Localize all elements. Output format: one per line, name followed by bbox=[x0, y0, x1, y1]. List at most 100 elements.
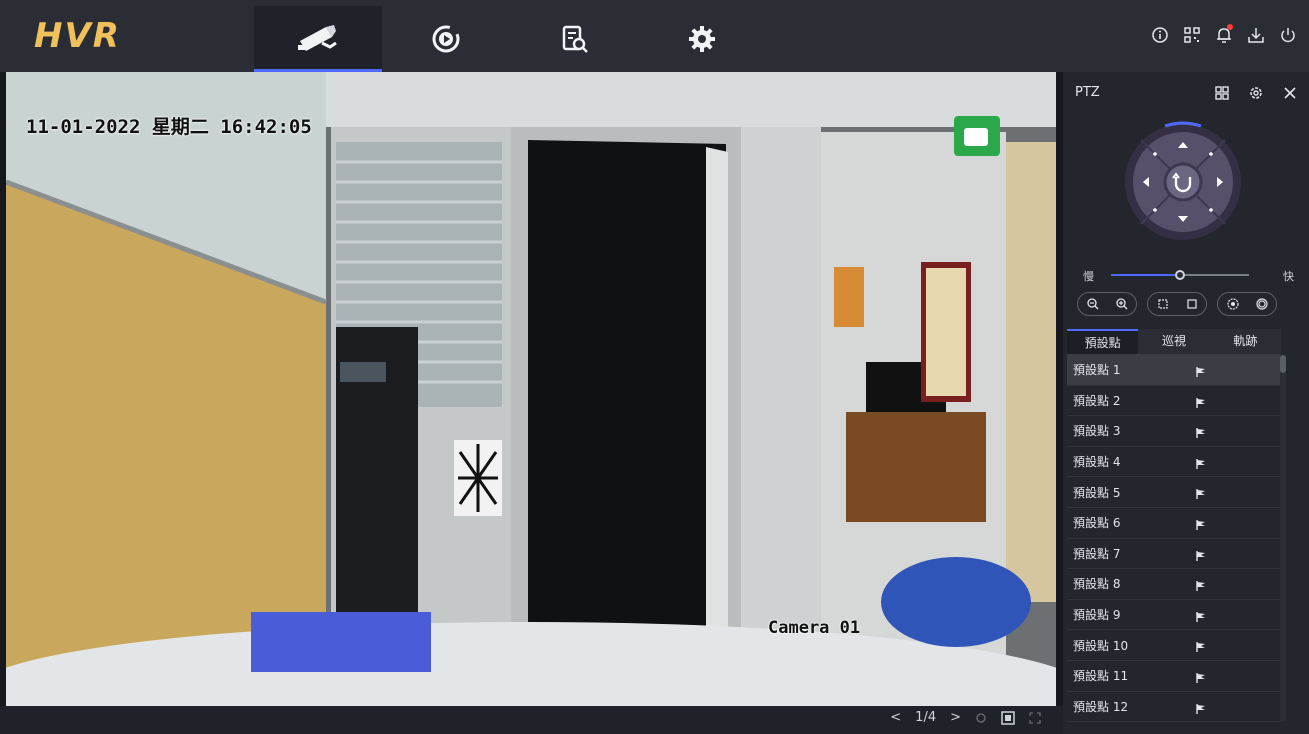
preset-name: 預設點 4 bbox=[1073, 455, 1121, 470]
speed-fast-label: 快 bbox=[1283, 270, 1294, 283]
prev-page-icon[interactable]: < bbox=[890, 710, 901, 725]
info-button[interactable] bbox=[1149, 24, 1171, 46]
zoom-out-icon bbox=[1086, 298, 1098, 310]
ptz-joystick[interactable] bbox=[1121, 120, 1245, 244]
grid-icon[interactable] bbox=[1213, 84, 1231, 102]
list-item[interactable]: 預設點 10 bbox=[1067, 630, 1281, 661]
tab-search[interactable] bbox=[510, 6, 638, 72]
list-item[interactable]: 預設點 11 bbox=[1067, 661, 1281, 692]
iris-group bbox=[1217, 292, 1277, 316]
qr-code-button[interactable] bbox=[1181, 24, 1203, 46]
flag-icon[interactable] bbox=[1195, 547, 1207, 566]
flag-icon[interactable] bbox=[1195, 424, 1207, 443]
download-icon bbox=[1248, 28, 1264, 43]
info-icon bbox=[1152, 27, 1168, 43]
flag-icon[interactable] bbox=[1195, 700, 1207, 719]
tab-live-view[interactable] bbox=[254, 6, 382, 72]
qr-code-icon bbox=[1184, 27, 1200, 43]
fullscreen-icon[interactable] bbox=[1029, 711, 1041, 724]
list-item[interactable]: 預設點 5 bbox=[1067, 477, 1281, 508]
iris-close-icon bbox=[1226, 298, 1239, 310]
list-item[interactable]: 預設點 2 bbox=[1067, 386, 1281, 417]
preset-list: 預設點 1 預設點 2 預設點 3 預設點 4 預設點 5 預設點 6 預設點 … bbox=[1067, 355, 1281, 723]
focus-far-button[interactable] bbox=[1184, 296, 1200, 312]
download-button[interactable] bbox=[1245, 24, 1267, 46]
scrollbar-thumb[interactable] bbox=[1280, 355, 1286, 373]
speed-track[interactable] bbox=[1111, 270, 1249, 280]
preset-scrollbar[interactable] bbox=[1280, 355, 1286, 721]
page-indicator: 1/4 bbox=[915, 710, 937, 725]
close-icon[interactable] bbox=[1281, 84, 1299, 102]
preset-name: 預設點 5 bbox=[1073, 485, 1121, 500]
list-item[interactable]: 預設點 9 bbox=[1067, 600, 1281, 631]
list-item[interactable]: 預設點 3 bbox=[1067, 416, 1281, 447]
zoom-in-icon bbox=[1115, 298, 1127, 310]
speed-slider[interactable]: 慢 快 bbox=[1079, 268, 1294, 283]
tab-patrol[interactable]: 巡視 bbox=[1138, 329, 1210, 354]
flag-icon[interactable] bbox=[1195, 608, 1207, 627]
single-layout-icon[interactable] bbox=[1001, 710, 1015, 725]
zoom-out-button[interactable] bbox=[1085, 296, 1101, 312]
ptz-title: PTZ bbox=[1075, 85, 1100, 100]
top-bar: HVR bbox=[0, 0, 1309, 72]
flag-icon[interactable] bbox=[1195, 394, 1207, 413]
osd-datetime: 11-01-2022 星期二 16:42:05 bbox=[26, 116, 312, 138]
flag-icon[interactable] bbox=[1195, 485, 1207, 504]
list-item[interactable]: 預設點 6 bbox=[1067, 508, 1281, 539]
preset-name: 預設點 10 bbox=[1073, 638, 1129, 653]
tab-settings[interactable] bbox=[638, 6, 766, 72]
preset-name: 預設點 1 bbox=[1073, 363, 1121, 378]
notification-button[interactable] bbox=[1213, 24, 1235, 46]
camera-feed-image bbox=[6, 72, 1056, 706]
iris-open-button[interactable] bbox=[1254, 296, 1270, 312]
preset-name: 預設點 3 bbox=[1073, 424, 1121, 439]
list-item[interactable]: 預設點 12 bbox=[1067, 692, 1281, 723]
iris-close-button[interactable] bbox=[1225, 296, 1241, 312]
speed-knob[interactable] bbox=[1175, 270, 1185, 280]
power-button[interactable] bbox=[1277, 24, 1299, 46]
file-search-icon bbox=[562, 25, 588, 53]
preset-name: 預設點 2 bbox=[1073, 393, 1121, 408]
gear-icon bbox=[689, 26, 715, 52]
speed-slow-label: 慢 bbox=[1083, 270, 1094, 283]
zoom-in-button[interactable] bbox=[1114, 296, 1130, 312]
tab-presets[interactable]: 預設點 bbox=[1067, 329, 1139, 354]
focus-far-icon bbox=[1186, 299, 1197, 309]
speed-fill bbox=[1111, 274, 1180, 276]
list-item[interactable]: 預設點 7 bbox=[1067, 539, 1281, 570]
iris-open-icon bbox=[1255, 298, 1268, 310]
power-icon bbox=[1281, 28, 1295, 43]
ptz-panel: PTZ 慢 快 預設點 巡視 軌跡 預設點 1 預設點 2 預設點 3 預設點 … bbox=[1063, 72, 1309, 734]
focus-group bbox=[1147, 292, 1207, 316]
ptz-tabs: 預設點 巡視 軌跡 bbox=[1067, 329, 1281, 355]
preset-name: 預設點 6 bbox=[1073, 516, 1121, 531]
preset-name: 預設點 11 bbox=[1073, 669, 1129, 684]
list-item[interactable]: 預設點 8 bbox=[1067, 569, 1281, 600]
osd-camera-name: Camera 01 bbox=[768, 618, 861, 638]
zoom-group bbox=[1077, 292, 1137, 316]
ptz-settings-icon[interactable] bbox=[1247, 84, 1265, 102]
tab-playback[interactable] bbox=[382, 6, 510, 72]
video-bottom-bar: < 1/4 > bbox=[0, 706, 1063, 734]
cycle-icon[interactable] bbox=[975, 712, 987, 724]
top-icon-bar bbox=[1149, 24, 1299, 46]
focus-near-button[interactable] bbox=[1155, 296, 1171, 312]
preset-name: 預設點 12 bbox=[1073, 699, 1129, 714]
playback-icon bbox=[432, 25, 460, 53]
list-item[interactable]: 預設點 4 bbox=[1067, 447, 1281, 478]
flag-icon[interactable] bbox=[1195, 363, 1207, 382]
ptz-lens-controls bbox=[1077, 292, 1277, 316]
next-page-icon[interactable]: > bbox=[950, 710, 961, 725]
ptz-tools bbox=[1213, 84, 1299, 102]
flag-icon[interactable] bbox=[1195, 577, 1207, 596]
app-logo: HVR bbox=[34, 16, 121, 56]
list-item[interactable]: 預設點 1 bbox=[1067, 355, 1281, 386]
notification-dot bbox=[1227, 24, 1233, 30]
tab-pattern[interactable]: 軌跡 bbox=[1209, 329, 1281, 354]
flag-icon[interactable] bbox=[1195, 455, 1207, 474]
flag-icon[interactable] bbox=[1195, 669, 1207, 688]
live-video-view[interactable]: 11-01-2022 星期二 16:42:05 Camera 01 bbox=[6, 72, 1056, 706]
flag-icon[interactable] bbox=[1195, 638, 1207, 657]
flag-icon[interactable] bbox=[1195, 516, 1207, 535]
preset-name: 預設點 7 bbox=[1073, 546, 1121, 561]
